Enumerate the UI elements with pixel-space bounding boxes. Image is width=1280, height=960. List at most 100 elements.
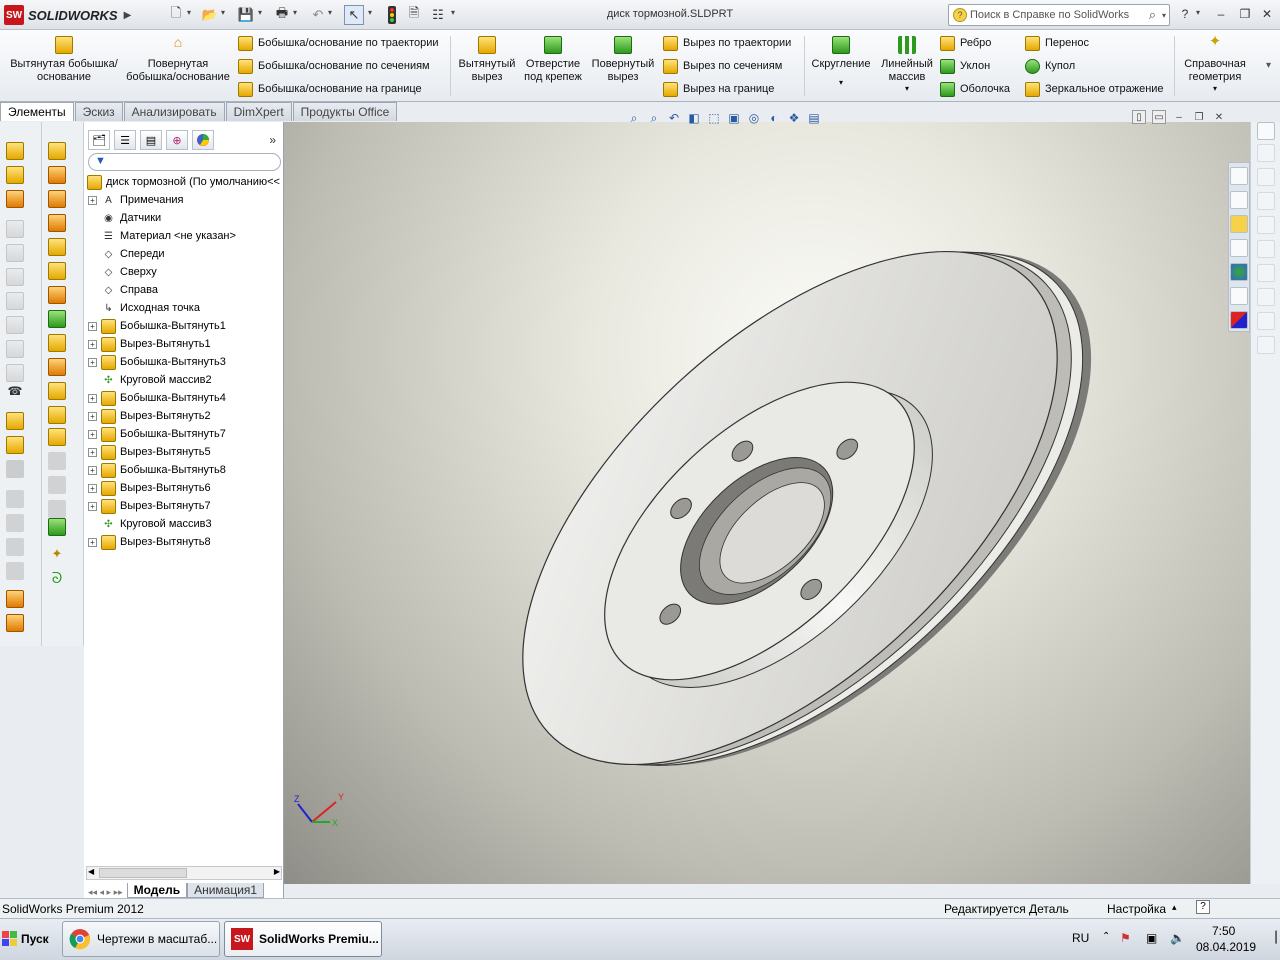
help-status-icon[interactable]: ? [1196, 900, 1210, 914]
edit-appearance-icon[interactable]: ◐ [765, 109, 783, 127]
show-hidden-icons-icon[interactable]: ⌃ [1102, 931, 1110, 942]
search-dropdown-icon[interactable]: ▾ [1162, 11, 1166, 20]
tab-evaluate[interactable]: Анализировать [123, 102, 225, 121]
tool-19-icon[interactable] [6, 590, 24, 608]
reference-geometry-small-icon[interactable]: ✦ [48, 546, 66, 564]
display-style-icon[interactable]: ▣ [725, 109, 743, 127]
clock-time[interactable]: 7:50 [1212, 924, 1235, 938]
help-search-field[interactable]: ? Поиск в Справке по SolidWorks ⌕ ▾ [948, 4, 1170, 26]
expand-icon[interactable]: + [88, 429, 97, 439]
revolved-cut-button[interactable]: Повернутый вырез [588, 36, 658, 83]
action-center-icon[interactable]: ⚑ [1120, 931, 1131, 945]
lofted-cut-button[interactable]: Вырез по сечениям [663, 58, 791, 74]
doc-close-button[interactable]: ✕ [1212, 110, 1226, 124]
boundary-cut-button[interactable]: Вырез на границе [663, 81, 791, 97]
open-dropdown-icon[interactable]: ▾ [221, 8, 225, 17]
swept-boss-button[interactable]: Бобышка/основание по траектории [238, 35, 439, 51]
tab-model[interactable]: Модель [126, 883, 188, 898]
tool-23-icon[interactable] [48, 190, 66, 208]
close-button[interactable]: ✕ [1258, 6, 1276, 22]
tree-item[interactable]: + Бобышка-Вытянуть3 [88, 353, 226, 371]
split-view-icon[interactable]: ▯ [1132, 110, 1146, 124]
tree-item[interactable]: ◉ Датчики [88, 209, 161, 227]
rebuild-icon[interactable] [382, 5, 402, 25]
reference-geometry-button[interactable]: ✦ Справочная геометрия ▾ [1180, 34, 1250, 96]
tree-item[interactable]: + Вырез-Вытянуть2 [88, 407, 211, 425]
tool-27-icon[interactable] [48, 286, 66, 304]
status-units[interactable]: Настройка [1107, 902, 1166, 916]
taskbar-item-chrome[interactable]: Чертежи в масштаб... [62, 921, 220, 957]
options-icon[interactable]: ☷ [428, 5, 448, 25]
tool-20-icon[interactable] [6, 614, 24, 632]
expand-icon[interactable]: + [88, 393, 97, 403]
tool-33-icon[interactable] [48, 428, 66, 446]
shell-button[interactable]: Оболочка [940, 81, 1010, 97]
tool-26-icon[interactable] [48, 262, 66, 280]
home-icon[interactable] [1230, 167, 1248, 185]
clock-date[interactable]: 08.04.2019 [1196, 940, 1256, 954]
tool-3-icon[interactable] [6, 190, 24, 208]
tool-31-icon[interactable] [48, 382, 66, 400]
zoom-to-area-icon[interactable]: ⌕ [645, 109, 663, 127]
tool-21-icon[interactable] [48, 142, 66, 160]
tab-dimxpert[interactable]: DimXpert [225, 102, 292, 121]
reference-geometry-dropdown-icon[interactable]: ▾ [1213, 83, 1217, 96]
sustainability-icon[interactable] [1230, 311, 1248, 329]
zoom-to-fit-icon[interactable]: ⌕ [625, 109, 643, 127]
help-dropdown-icon[interactable]: ▾ [1196, 8, 1200, 17]
wrap-button[interactable]: Перенос [1025, 35, 1164, 51]
curves-icon[interactable]: ᘐ [48, 570, 66, 588]
doc-minimize-button[interactable]: – [1172, 110, 1186, 124]
save-icon[interactable]: 💾 [236, 5, 256, 25]
view-settings-icon[interactable]: ▤ [805, 109, 823, 127]
options-dropdown-icon[interactable]: ▾ [451, 8, 455, 17]
new-document-icon[interactable]: 🗋 [166, 5, 186, 25]
new-dropdown-icon[interactable]: ▾ [187, 8, 191, 17]
apply-scene-icon[interactable]: ❖ [785, 109, 803, 127]
tree-item[interactable]: + Бобышка-Вытянуть7 [88, 425, 226, 443]
minimize-button[interactable]: – [1212, 6, 1230, 22]
fillet-button[interactable]: Скругление ▾ [808, 36, 874, 89]
tree-item[interactable]: + Бобышка-Вытянуть8 [88, 461, 226, 479]
volume-icon[interactable]: 🔈 [1170, 931, 1185, 945]
view-orientation-icon[interactable]: ⬚ [705, 109, 723, 127]
feature-tree-scrollbar[interactable]: ◀ ▶ [86, 866, 282, 880]
start-button[interactable]: Пуск [2, 923, 56, 955]
linear-pattern-dropdown-icon[interactable]: ▾ [905, 83, 909, 96]
tool-11-icon[interactable]: ☎ [6, 384, 24, 402]
tree-item[interactable]: ◇ Сверху [88, 263, 157, 281]
expand-icon[interactable]: + [88, 501, 97, 511]
tab-office-products[interactable]: Продукты Office [292, 102, 398, 121]
tree-item[interactable]: + Вырез-Вытянуть1 [88, 335, 211, 353]
show-desktop-icon[interactable]: ▕ [1268, 931, 1276, 944]
tree-item[interactable]: ☰ Материал <не указан> [88, 227, 236, 245]
extruded-cut-button[interactable]: Вытянутый вырез [454, 36, 520, 83]
tab-features[interactable]: Элементы [0, 102, 74, 121]
tool-37-icon[interactable] [48, 518, 66, 536]
lofted-boss-button[interactable]: Бобышка/основание по сечениям [238, 58, 439, 74]
open-icon[interactable]: 📂 [200, 5, 220, 25]
expand-icon[interactable]: + [88, 339, 97, 349]
dome-button[interactable]: Купол [1025, 58, 1164, 74]
split-horizontal-icon[interactable]: ▭ [1152, 110, 1166, 124]
feature-filter-field[interactable]: ▼ [88, 153, 281, 171]
language-indicator[interactable]: RU [1072, 931, 1089, 945]
network-icon[interactable]: ▣ [1146, 931, 1157, 945]
help-icon[interactable]: ? [1176, 6, 1194, 22]
tool-25-icon[interactable] [48, 238, 66, 256]
right-tool-1-icon[interactable] [1257, 122, 1275, 140]
tool-13-icon[interactable] [6, 436, 24, 454]
tree-item[interactable]: ◇ Справа [88, 281, 158, 299]
tree-item[interactable]: + Вырез-Вытянуть7 [88, 497, 211, 515]
expand-icon[interactable]: + [88, 483, 97, 493]
view-palette-icon[interactable] [1230, 239, 1248, 257]
dimxpert-manager-tab-icon[interactable]: ⊕ [166, 130, 188, 150]
expand-icon[interactable]: + [88, 321, 97, 331]
expand-icon[interactable]: + [88, 465, 97, 475]
hole-wizard-button[interactable]: Отверстие под крепеж [522, 36, 584, 83]
expand-panel-icon[interactable]: » [269, 133, 276, 147]
tree-item[interactable]: ✣ Круговой массив3 [88, 515, 211, 533]
tree-item[interactable]: + Вырез-Вытянуть6 [88, 479, 211, 497]
tree-root[interactable]: диск тормозной (По умолчанию<< [87, 173, 280, 191]
expand-icon[interactable]: + [88, 537, 97, 547]
